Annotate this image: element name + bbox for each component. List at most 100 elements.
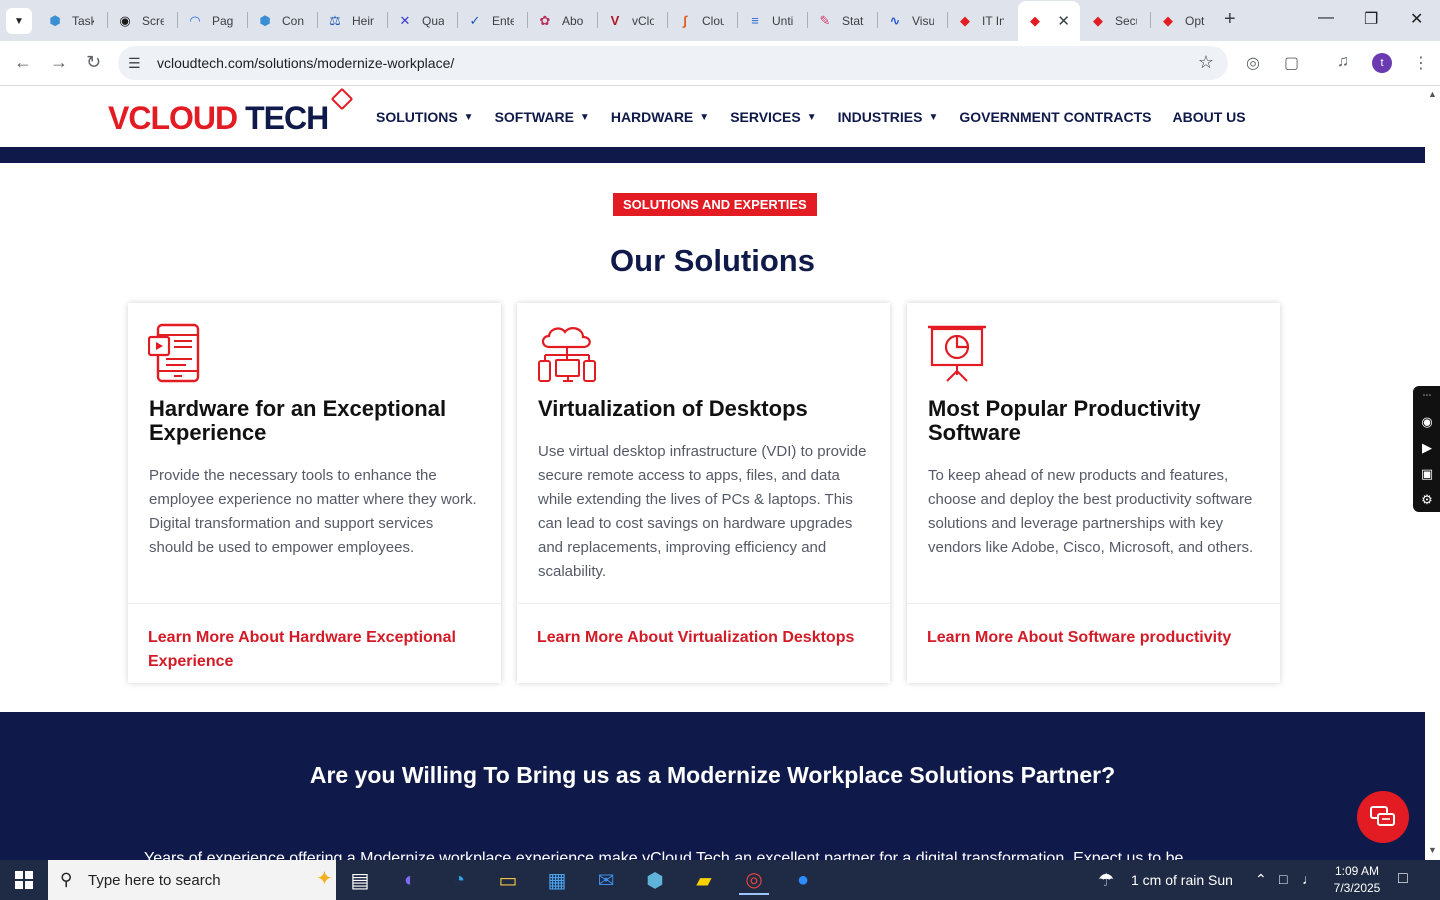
tab-title: Hein	[352, 13, 374, 28]
weather-text[interactable]: 1 cm of rain Sun	[1131, 872, 1233, 888]
menu-kebab-icon[interactable]: ⋮	[1413, 53, 1429, 73]
clock-date: 7/3/2025	[1333, 881, 1381, 895]
scroll-up-icon[interactable]: ▲	[1428, 89, 1437, 99]
globe-icon[interactable]: ◎	[1246, 53, 1260, 73]
browser-toolbar: ← → ↻ ☰ vcloudtech.com/solutions/moderni…	[0, 41, 1440, 86]
minimize-button[interactable]: —	[1318, 9, 1334, 27]
browser-tab[interactable]: ◆ ✕	[1018, 1, 1080, 41]
back-button[interactable]: ←	[14, 52, 32, 73]
address-bar[interactable]: ☰ vcloudtech.com/solutions/modernize-wor…	[118, 46, 1228, 80]
screen-recorder-toolbar: ⋯ ◉ ▶ ▣ ⚙	[1413, 386, 1440, 512]
tab-search-button[interactable]: ▼	[6, 8, 32, 34]
network-icon[interactable]: □	[1279, 871, 1287, 887]
tab-title: vClo	[632, 13, 654, 28]
edge-icon[interactable]: ◔	[444, 865, 474, 895]
camera-icon[interactable]: ◉	[1419, 414, 1435, 429]
bookmark-star-icon[interactable]: ☆	[1198, 52, 1214, 73]
main-navigation: SOLUTIONS ▼ SOFTWARE ▼ HARDWARE ▼ SERVICES ▼ IND…	[376, 109, 1267, 125]
browser-tab[interactable]: ⬢ Task	[38, 6, 107, 35]
tag-icon: ◆	[960, 12, 970, 28]
logo-tag-icon	[330, 87, 354, 111]
browser-tab[interactable]: ∫ Clou	[668, 6, 737, 35]
browser-tab[interactable]: ◆ Opt	[1151, 6, 1211, 35]
reload-button[interactable]: ↻	[86, 52, 101, 73]
new-tab-button[interactable]: +	[1224, 8, 1236, 31]
sticky-notes-icon[interactable]: ▰	[689, 865, 719, 895]
tab-title: Qua	[422, 13, 444, 28]
clock-time: 1:09 AM	[1334, 864, 1380, 878]
close-tab-icon[interactable]: ✕	[1057, 12, 1070, 30]
settings-gear-icon[interactable]: ⚙	[1419, 492, 1435, 507]
site-info-icon[interactable]: ☰	[128, 55, 141, 72]
notifications-icon[interactable]: □	[1398, 870, 1408, 888]
volume-icon[interactable]: ♩	[1302, 871, 1316, 887]
browser-tab[interactable]: ◆ IT In	[948, 6, 1017, 35]
nav-item-hardware[interactable]: HARDWARE ▼	[611, 109, 709, 125]
vcloudtech-logo[interactable]: V CLOUD TECH	[108, 87, 354, 141]
weather-icon[interactable]: ☂	[1098, 870, 1114, 891]
more-options-icon[interactable]: ⋯	[1419, 390, 1435, 404]
card-body: Use virtual desktop infrastructure (VDI)…	[538, 443, 867, 580]
store-icon[interactable]: ▦	[542, 865, 572, 895]
learn-more-link[interactable]: Learn More About Software productivity	[927, 626, 1267, 650]
browser-tab[interactable]: ✕ Qua	[388, 6, 457, 35]
nav-item-services[interactable]: SERVICES ▼	[730, 109, 816, 125]
nav-item-industries[interactable]: INDUSTRIES ▼	[838, 109, 939, 125]
camera-icon: ◉	[119, 12, 131, 28]
cta-title: Are you Willing To Bring us as a Moderni…	[309, 762, 1116, 788]
file-explorer-icon[interactable]: ▭	[493, 865, 523, 895]
profile-avatar[interactable]: t	[1372, 53, 1392, 73]
browser-tab[interactable]: ✓ Ente	[458, 6, 527, 35]
hexagon-icon: ⬢	[49, 12, 61, 28]
browser-tab[interactable]: ⚖ Hein	[318, 6, 387, 35]
zoom-icon[interactable]: ●	[788, 865, 818, 895]
browser-tab[interactable]: ✎ Stat	[808, 6, 877, 35]
section-title: Our Solutions	[610, 243, 815, 278]
browser-tab[interactable]: ◆ Secu	[1081, 6, 1150, 35]
browser-tab[interactable]: ⬢ Con	[248, 6, 317, 35]
scroll-down-icon[interactable]: ▼	[1428, 845, 1437, 855]
caret-down-icon: ▼	[928, 111, 939, 123]
extensions-icon[interactable]: ▢	[1284, 53, 1299, 73]
hexagon-app-icon[interactable]: ⬢	[640, 865, 670, 895]
media-control-icon[interactable]: ♫	[1337, 53, 1349, 71]
clock[interactable]: 1:09 AM 7/3/2025	[1332, 863, 1382, 897]
chat-button[interactable]	[1357, 791, 1409, 843]
nav-item-software[interactable]: SOFTWARE ▼	[495, 109, 590, 125]
browser-tab[interactable]: ◉ Scre	[108, 6, 177, 35]
mail-icon[interactable]: ✉	[591, 865, 621, 895]
browser-tab[interactable]: VvClo	[598, 6, 667, 35]
tab-title: Scre	[142, 13, 164, 28]
url-text[interactable]: vcloudtech.com/solutions/modernize-workp…	[157, 55, 454, 71]
tablet-video-icon	[148, 323, 200, 383]
card-divider	[907, 603, 1280, 604]
restore-button[interactable]: ❐	[1364, 9, 1378, 29]
task-view-icon[interactable]: ▤	[345, 865, 375, 895]
tab-title: Unti	[772, 13, 794, 28]
chrome-icon[interactable]: ◎	[739, 865, 769, 895]
card-divider	[517, 603, 890, 604]
nav-item-about-us[interactable]: ABOUT US	[1172, 109, 1245, 125]
browser-tab[interactable]: ✿ Abo	[528, 6, 597, 35]
tab-strip: ▼ ⬢ Task ◉ Scre ◠ Page ⬢ Con ⚖ Hein ✕ Qua ✓ Ente ✿ Abo V…	[0, 0, 1440, 41]
logo-tech: TECH	[245, 99, 329, 136]
start-button[interactable]	[0, 860, 48, 900]
close-window-button[interactable]: ✕	[1410, 9, 1423, 29]
browser-tab[interactable]: ≡ Unti	[738, 6, 807, 35]
window-icon[interactable]: ▣	[1419, 466, 1435, 481]
hexagon-icon: ⬢	[259, 12, 271, 28]
learn-more-link[interactable]: Learn More About Hardware Exceptional Ex…	[148, 626, 488, 674]
logo-v: V	[108, 99, 129, 136]
copilot-icon[interactable]: ◐	[395, 865, 425, 895]
tag-icon: ◆	[1030, 13, 1040, 28]
nav-item-solutions[interactable]: SOLUTIONS ▼	[376, 109, 474, 125]
tab-title: Stat	[842, 13, 864, 28]
browser-tab[interactable]: ∿ Visu	[878, 6, 947, 35]
browser-tab[interactable]: ◠ Page	[178, 6, 247, 35]
forward-button[interactable]: →	[50, 52, 68, 73]
show-hidden-icons-icon[interactable]: ⌃	[1255, 871, 1267, 888]
learn-more-link[interactable]: Learn More About Virtualization Desktops	[537, 626, 877, 650]
video-icon[interactable]: ▶	[1419, 440, 1435, 455]
taskbar-search[interactable]: ⚲ Type here to search ✦	[48, 860, 336, 900]
nav-item-government-contracts[interactable]: GOVERNMENT CONTRACTS	[959, 109, 1151, 125]
